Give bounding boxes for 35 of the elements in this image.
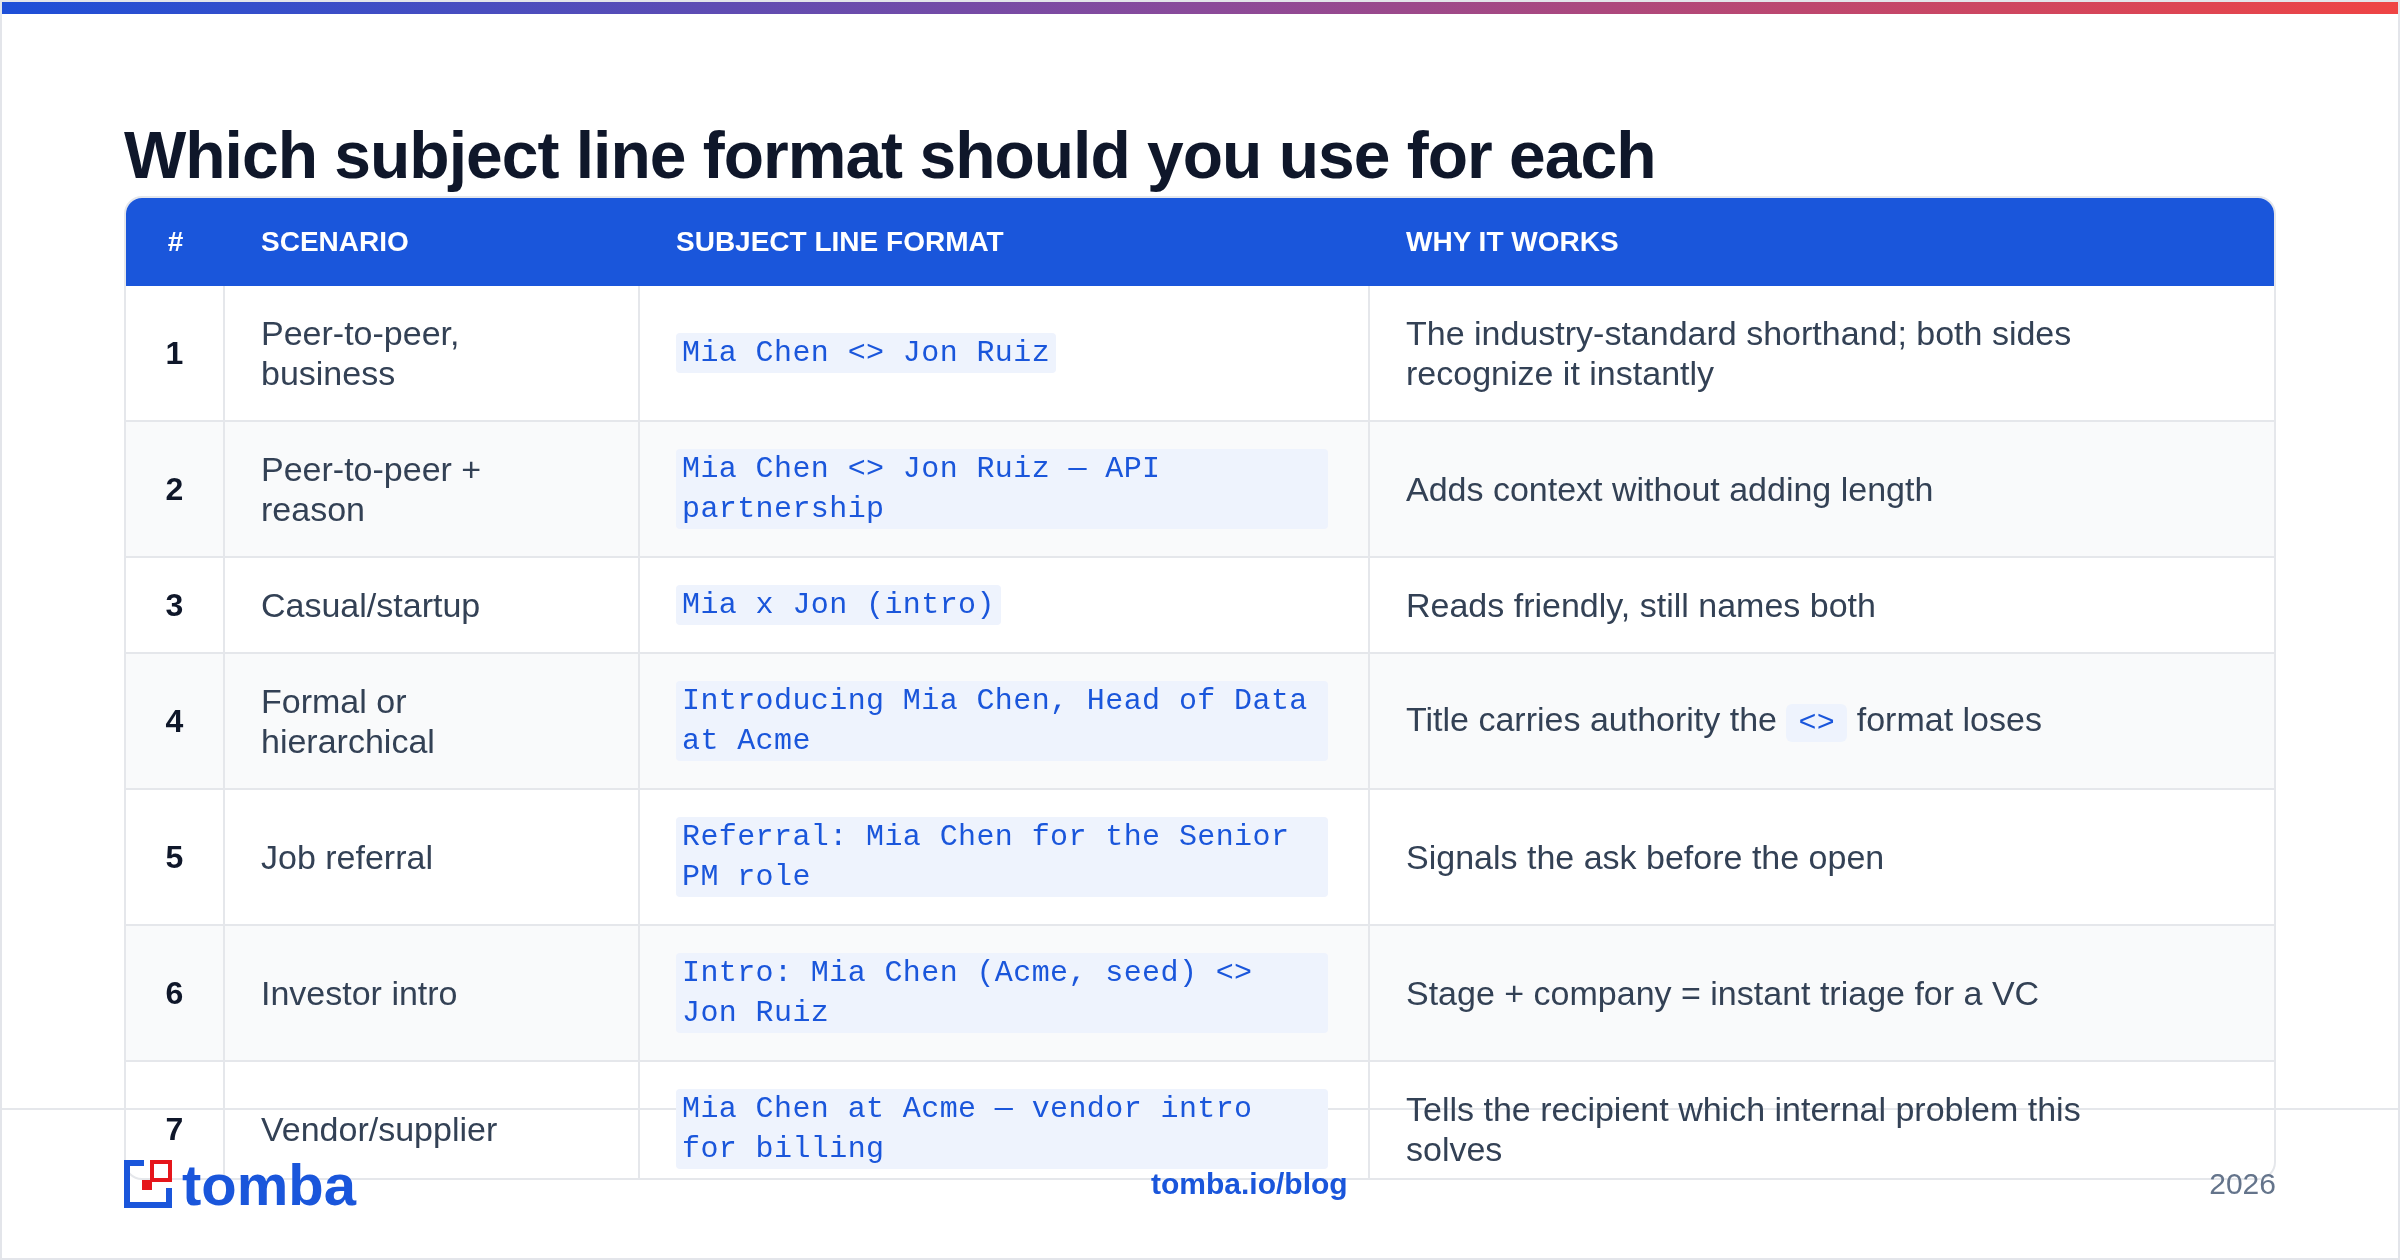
scenario-text: Casual/startup (261, 585, 481, 625)
row-number: 1 (165, 334, 184, 372)
blog-link[interactable]: tomba.io/blog (1151, 1167, 1348, 1201)
scenario-text: Investor intro (261, 973, 458, 1013)
row-number: 5 (165, 838, 184, 876)
row-number: 6 (165, 974, 184, 1012)
subject-format: Referral: Mia Chen for the Senior PM role (676, 817, 1328, 897)
subject-format: Introducing Mia Chen, Head of Data at Acme (676, 681, 1328, 761)
logo: tomba (124, 1150, 356, 1218)
subject-format: Mia Chen <> Jon Ruiz — API partnership (676, 449, 1328, 529)
column-header: # (167, 226, 184, 258)
row-number: 4 (165, 702, 184, 740)
reason-text: Tells the recipient which internal problem this solves (1406, 1089, 2082, 1169)
subject-format: Mia Chen <> Jon Ruiz (676, 333, 1057, 373)
year-text: 2026 (2209, 1167, 2276, 1201)
reason-text: Adds context without adding length (1406, 469, 1934, 509)
subject-format: Mia x Jon (intro) (676, 585, 1001, 625)
row-number: 2 (165, 470, 184, 508)
column-header: SCENARIO (261, 226, 409, 258)
page-title: Which subject line format should you use for each (124, 117, 1657, 194)
row-number: 3 (165, 586, 184, 624)
scenario-text: Peer-to-peer, business (261, 313, 461, 393)
reason-text: Title carries authority the <> format loses (1406, 699, 2042, 743)
reason-text: The industry-standard shorthand; both sides recognize it instantly (1406, 313, 2073, 393)
scenario-text: Peer-to-peer + reason (261, 449, 483, 529)
reason-text: Stage + company = instant triage for a VC (1406, 973, 2040, 1013)
column-header: WHY IT WORKS (1406, 226, 1619, 258)
column-header: SUBJECT LINE FORMAT (676, 226, 1004, 258)
row-number: 7 (165, 1110, 184, 1148)
scenario-text: Vendor/supplier (261, 1109, 498, 1149)
scenario-text: Job referral (261, 837, 433, 877)
subject-format: Intro: Mia Chen (Acme, seed) <> Jon Ruiz (676, 953, 1328, 1033)
reason-text: Reads friendly, still names both (1406, 585, 1876, 625)
scenario-text: Formal or hierarchical (261, 681, 436, 761)
reason-text: Signals the ask before the open (1406, 837, 1885, 877)
